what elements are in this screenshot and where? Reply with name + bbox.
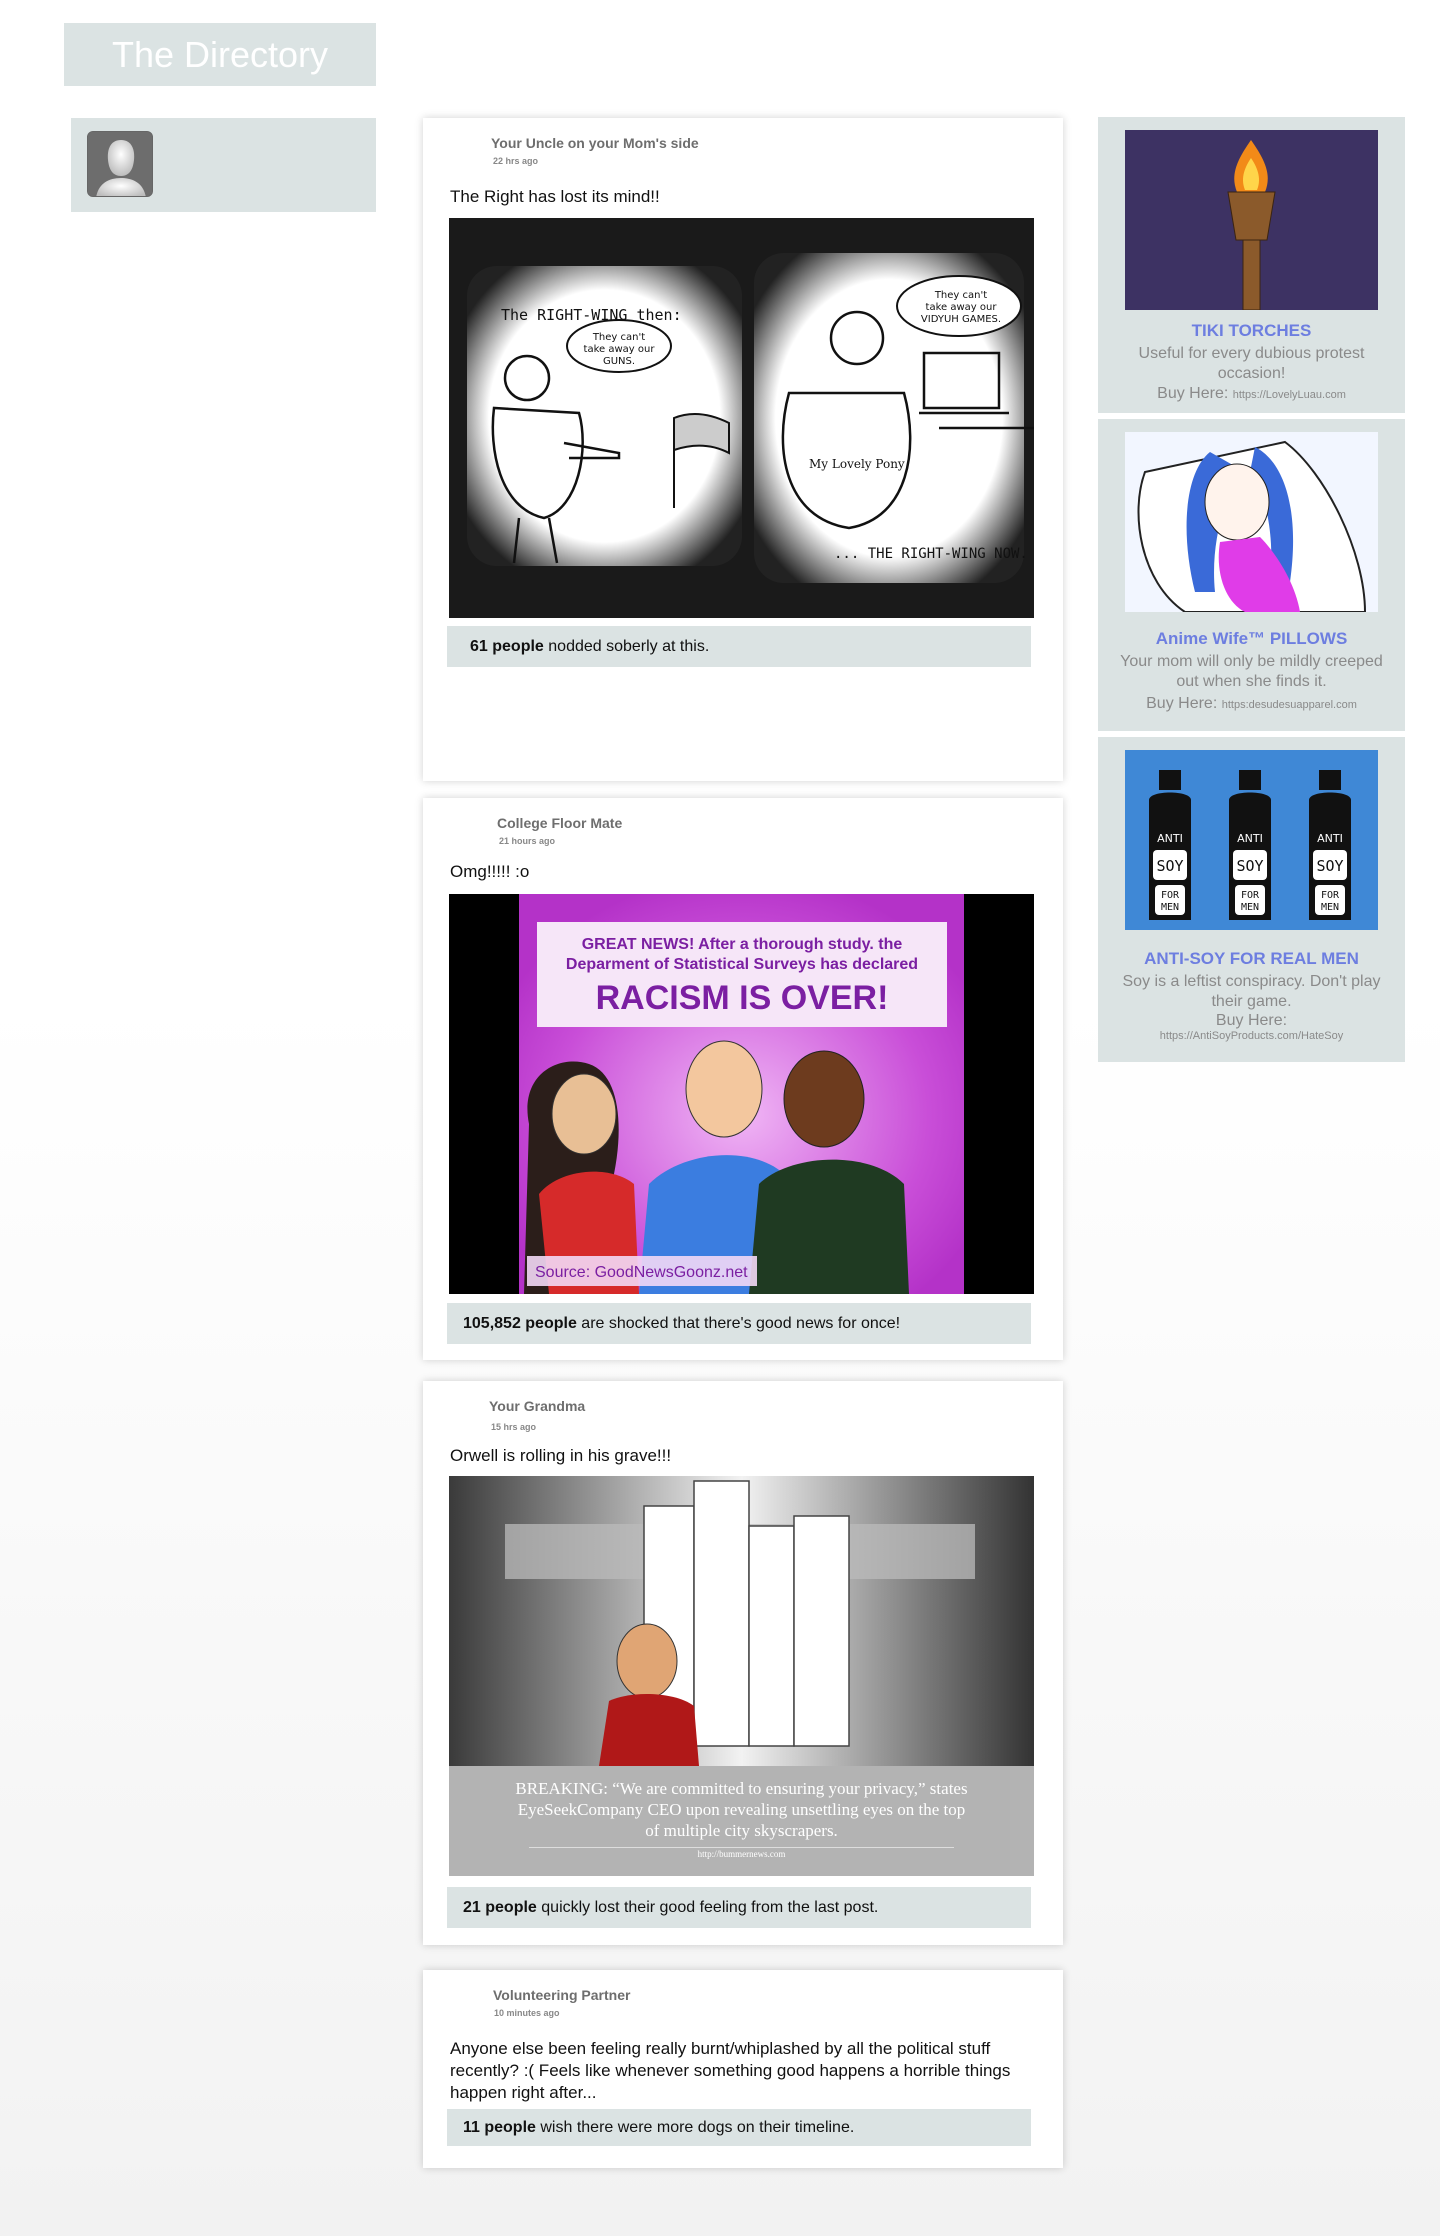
svg-text:SOY: SOY — [1156, 857, 1183, 875]
svg-text:FOR: FOR — [1161, 890, 1180, 901]
reaction-count: 11 people — [463, 2119, 536, 2136]
svg-text:SOY: SOY — [1236, 857, 1263, 875]
post-author[interactable]: College Floor Mate — [497, 815, 622, 831]
news-caption: BREAKING: “We are committed to ensuring … — [515, 1779, 968, 1840]
ad-buy-label: Buy Here: — [1215, 1012, 1288, 1029]
post-image[interactable]: GREAT NEWS! After a thorough study. the D… — [449, 894, 1034, 1294]
svg-text:ANTI: ANTI — [1157, 832, 1183, 845]
news-caption-box: BREAKING: “We are committed to ensuring … — [449, 1766, 1034, 1876]
post-text: Omg!!!!! :o — [450, 862, 530, 881]
ad-tiki-torches[interactable]: TIKI TORCHES Useful for every dubious pr… — [1098, 117, 1405, 413]
post-image[interactable]: BREAKING: “We are committed to ensuring … — [449, 1476, 1034, 1876]
svg-text:SOY: SOY — [1316, 857, 1343, 875]
news-url[interactable]: http://bummernews.com — [509, 1848, 974, 1860]
reaction-text: quickly lost their good feeling from the… — [541, 1899, 879, 1916]
comic-left-caption: The RIGHT-WING then: — [501, 306, 682, 324]
feed-post: College Floor Mate 21 hours ago Omg!!!!!… — [423, 798, 1063, 1360]
comic-right-caption: ... THE RIGHT-WING NOW. — [834, 546, 1028, 562]
ad-anti-soy[interactable]: ANTI SOY FOR MEN ANTI SOY FOR MEN ANTI S… — [1098, 737, 1405, 1062]
site-title[interactable]: The Directory — [64, 23, 376, 86]
post-text: Anyone else been feeling really burnt/wh… — [450, 2039, 1011, 2102]
post-author[interactable]: Volunteering Partner — [493, 1987, 630, 2003]
anti-soy-image[interactable]: ANTI SOY FOR MEN ANTI SOY FOR MEN ANTI S… — [1125, 750, 1378, 930]
reaction-count: 21 people — [463, 1899, 537, 1916]
ad-title[interactable]: ANTI-SOY FOR REAL MEN — [1098, 949, 1405, 969]
ad-url[interactable]: https://LovelyLuau.com — [1233, 389, 1346, 401]
post-time: 10 minutes ago — [494, 2008, 560, 2018]
reaction-text: wish there were more dogs on their timel… — [540, 2119, 855, 2136]
ad-url[interactable]: https://AntiSoyProducts.com/HateSoy — [1098, 1030, 1405, 1042]
reaction-bar[interactable]: 21 people quickly lost their good feelin… — [447, 1887, 1031, 1928]
svg-text:MEN: MEN — [1161, 902, 1179, 913]
reaction-bar[interactable]: 11 people wish there were more dogs on t… — [447, 2109, 1031, 2146]
ad-buy-label: Buy Here: — [1157, 385, 1229, 402]
feed-post: Your Grandma 15 hrs ago Orwell is rollin… — [423, 1381, 1063, 1945]
reaction-text: are shocked that there's good news for o… — [581, 1315, 901, 1332]
ad-title[interactable]: Anime Wife™ PILLOWS — [1098, 629, 1405, 649]
svg-text:FOR: FOR — [1241, 890, 1260, 901]
news-source: Source: GoodNewsGoonz.net — [535, 1264, 748, 1281]
svg-text:FOR: FOR — [1321, 890, 1340, 901]
ad-desc: Your mom will only be mildly creeped out… — [1120, 653, 1383, 690]
user-avatar-icon[interactable] — [87, 131, 153, 197]
reaction-text: nodded soberly at this. — [548, 638, 710, 655]
ad-buy: Buy Here: https://AntiSoyProducts.com/Ha… — [1098, 1012, 1405, 1042]
post-text: Orwell is rolling in his grave!!! — [450, 1446, 672, 1465]
anime-pillow-image[interactable] — [1125, 432, 1378, 612]
svg-text:MEN: MEN — [1321, 902, 1339, 913]
reaction-bar[interactable]: 105,852 people are shocked that there's … — [447, 1303, 1031, 1344]
post-text: The Right has lost its mind!! — [450, 187, 660, 206]
ad-title[interactable]: TIKI TORCHES — [1098, 321, 1405, 341]
post-time: 22 hrs ago — [493, 156, 539, 166]
reaction-count: 61 people — [470, 638, 544, 655]
ad-desc: Useful for every dubious protest occasio… — [1138, 345, 1365, 382]
post-image[interactable]: The RIGHT-WING then: They can't take away… — [449, 218, 1034, 618]
svg-text:ANTI: ANTI — [1237, 832, 1263, 845]
reaction-count: 105,852 people — [463, 1315, 577, 1332]
feed-post: Your Uncle on your Mom's side 22 hrs ago… — [423, 118, 1063, 781]
ad-buy-label: Buy Here: — [1146, 695, 1218, 712]
reaction-bar[interactable]: 61 people nodded soberly at this. — [447, 626, 1031, 667]
feed-post: Volunteering Partner 10 minutes ago Anyo… — [423, 1970, 1063, 2168]
post-author[interactable]: Your Uncle on your Mom's side — [491, 135, 699, 151]
comic-shirt: My Lovely Pony — [809, 457, 905, 471]
news-big-text: RACISM IS OVER! — [596, 979, 889, 1017]
ad-buy: Buy Here: https:desudesuapparel.com — [1098, 695, 1405, 713]
tiki-torch-icon[interactable] — [1125, 130, 1378, 310]
svg-text:ANTI: ANTI — [1317, 832, 1343, 845]
ad-anime-pillows[interactable]: Anime Wife™ PILLOWS Your mom will only b… — [1098, 419, 1405, 731]
svg-text:MEN: MEN — [1241, 902, 1259, 913]
ad-desc: Soy is a leftist conspiracy. Don't play … — [1122, 973, 1381, 1010]
ad-url[interactable]: https:desudesuapparel.com — [1222, 699, 1357, 711]
post-author[interactable]: Your Grandma — [489, 1398, 585, 1414]
post-time: 21 hours ago — [499, 836, 556, 846]
post-time: 15 hrs ago — [491, 1422, 537, 1432]
ad-buy: Buy Here: https://LovelyLuau.com — [1098, 385, 1405, 403]
profile-card[interactable] — [71, 118, 376, 212]
